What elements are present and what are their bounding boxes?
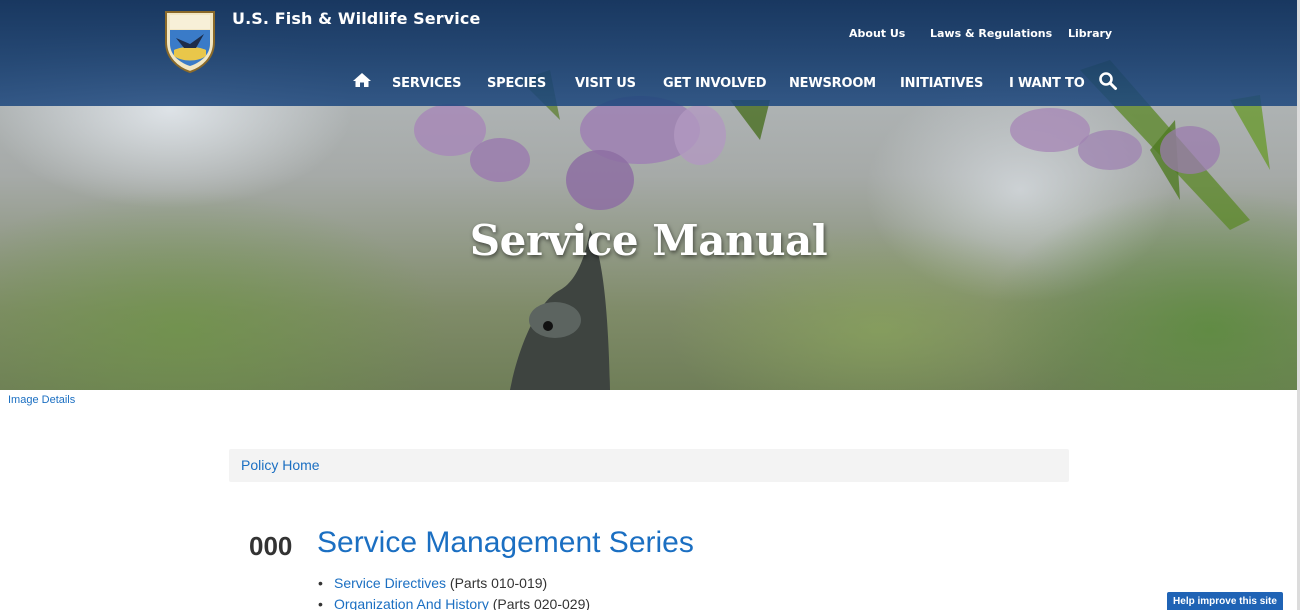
part-range: (Parts 010-019) (449, 575, 548, 591)
search-icon[interactable] (1098, 71, 1118, 91)
bullet-icon: • (318, 596, 323, 610)
nav-services[interactable]: SERVICES (392, 76, 462, 91)
nav-species[interactable]: SPECIES (487, 76, 546, 91)
nav-get-involved[interactable]: GET INVOLVED (663, 76, 767, 91)
nav-newsroom[interactable]: NEWSROOM (789, 76, 876, 91)
series-title-link[interactable]: Service Management Series (317, 526, 694, 560)
nav-initiatives[interactable]: INITIATIVES (900, 76, 983, 91)
site-title[interactable]: U.S. Fish & Wildlife Service (232, 9, 480, 28)
list-item: • Organization And History (Parts 020-02… (318, 596, 590, 610)
breadcrumb-policy-home[interactable]: Policy Home (241, 457, 320, 473)
series-number: 000 (249, 531, 293, 561)
part-range: (Parts 020-029) (492, 596, 591, 610)
series-parts-list: • Service Directives (Parts 010-019) • O… (318, 575, 590, 610)
organization-history-link[interactable]: Organization And History (334, 596, 493, 610)
help-improve-button[interactable]: Help improve this site (1167, 592, 1283, 610)
nav-visit-us[interactable]: VISIT US (575, 76, 636, 91)
nav-library[interactable]: Library (1068, 27, 1112, 40)
nav-i-want-to[interactable]: I WANT TO (1009, 76, 1085, 91)
bullet-icon: • (318, 575, 323, 591)
fws-logo[interactable] (162, 8, 218, 74)
page-title: Service Manual (469, 216, 828, 265)
image-details-link[interactable]: Image Details (8, 394, 75, 406)
hero-banner: U.S. Fish & Wildlife Service About Us La… (0, 0, 1297, 390)
nav-about-us[interactable]: About Us (849, 27, 905, 40)
breadcrumb: Policy Home (229, 449, 1069, 482)
service-directives-link[interactable]: Service Directives (334, 575, 450, 591)
nav-laws-regulations[interactable]: Laws & Regulations (930, 27, 1052, 40)
list-item: • Service Directives (Parts 010-019) (318, 575, 590, 596)
utility-nav: About Us Laws & Regulations Library (0, 27, 1297, 41)
